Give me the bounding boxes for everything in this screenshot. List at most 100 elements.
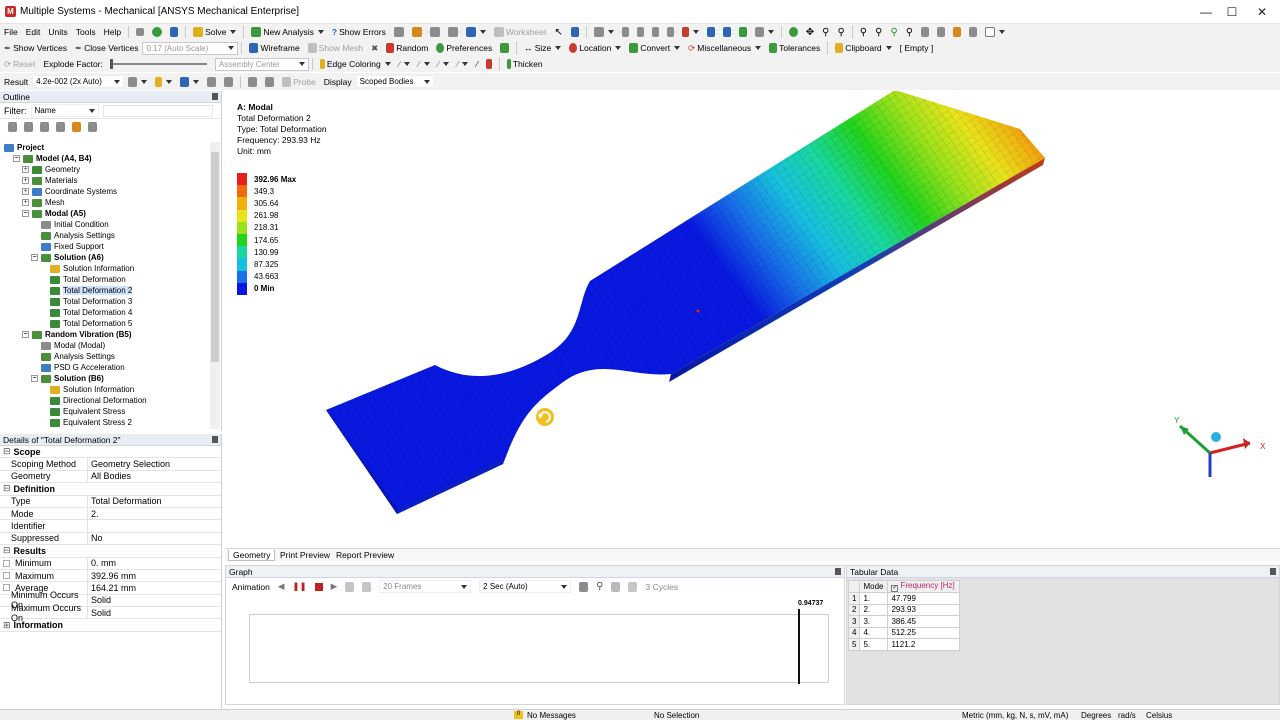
tree-item[interactable]: PSD G Acceleration: [31, 362, 125, 373]
select-cursor-icon[interactable]: ↖: [550, 25, 566, 40]
zoom-fit-icon[interactable]: ⚲: [856, 25, 871, 40]
edge-display-d-icon[interactable]: ∕: [453, 57, 472, 72]
menu-edit[interactable]: Edit: [22, 25, 45, 40]
box-select-icon[interactable]: [719, 25, 735, 40]
next-view-icon[interactable]: [933, 25, 949, 40]
previous-view-icon[interactable]: [917, 25, 933, 40]
pause-icon[interactable]: ❚❚: [292, 581, 306, 592]
axis-icon[interactable]: ✖: [367, 41, 382, 56]
tree-item[interactable]: + Mesh: [22, 197, 65, 208]
rotate-icon[interactable]: [785, 25, 802, 40]
toolbar-icon-d[interactable]: [444, 25, 462, 40]
show-mesh-button[interactable]: Show Mesh: [304, 41, 367, 56]
tree-item[interactable]: − Solution (B6): [31, 373, 104, 384]
tree-item[interactable]: Analysis Settings: [31, 351, 115, 362]
property-value[interactable]: Solid: [88, 607, 221, 618]
column-header-mode[interactable]: Mode: [859, 580, 889, 593]
cube-icon[interactable]: [735, 25, 751, 40]
parameter-checkbox[interactable]: [3, 572, 10, 580]
tolerances-button[interactable]: Tolerances: [765, 41, 824, 56]
tree-item[interactable]: + Coordinate Systems: [22, 186, 117, 197]
property-value[interactable]: [88, 520, 221, 531]
tree-item[interactable]: Solution Information: [40, 263, 134, 274]
filter-search-input[interactable]: [102, 104, 213, 117]
export-video-icon[interactable]: [579, 581, 589, 592]
thicken-button[interactable]: Thicken: [503, 57, 547, 72]
tree-item[interactable]: + Materials: [22, 175, 77, 186]
step-back-icon[interactable]: ◀: [278, 581, 285, 592]
display-scope-combo[interactable]: Scoped Bodies: [355, 75, 434, 88]
menu-help[interactable]: Help: [100, 25, 125, 40]
table-row[interactable]: 1 1. 47.799: [847, 592, 961, 605]
worksheet-button[interactable]: Worksheet: [490, 25, 550, 40]
solve-button[interactable]: Solve: [189, 25, 240, 40]
details-section-header[interactable]: Definition: [0, 483, 221, 496]
pan-icon[interactable]: ✥: [802, 25, 818, 40]
property-value[interactable]: 164.21 mm: [88, 582, 221, 593]
tree-item[interactable]: Equivalent Stress 2: [40, 417, 132, 428]
collapse-icon[interactable]: −: [13, 155, 20, 162]
graphics-icon[interactable]: [751, 25, 778, 40]
label-all-icon[interactable]: [261, 74, 278, 89]
edge-select-icon[interactable]: [633, 25, 648, 40]
expand-icon[interactable]: +: [22, 188, 29, 195]
triad-axes-icon[interactable]: X Y: [1174, 416, 1266, 477]
collapse-icon[interactable]: −: [31, 254, 38, 261]
details-row[interactable]: Maximum Occurs On Solid: [0, 603, 221, 623]
cycles-icon[interactable]: [628, 581, 638, 592]
edge-display-a-icon[interactable]: ∕: [395, 57, 414, 72]
tree-item[interactable]: Modal (Modal): [31, 340, 105, 351]
units-status[interactable]: Metric (mm, kg, N, s, mV, mA): [962, 711, 1068, 720]
graphics-viewport[interactable]: A: Modal Total Deformation 2 Type: Total…: [225, 91, 1280, 548]
outline-scrollbar[interactable]: [210, 142, 220, 429]
iso-view-icon[interactable]: [949, 25, 965, 40]
close-window-button[interactable]: ✕: [1252, 4, 1272, 20]
graph-fit-icon[interactable]: [611, 581, 621, 592]
details-row[interactable]: Scoping Method Geometry Selection: [0, 458, 221, 471]
details-row[interactable]: Mode 2.: [0, 507, 221, 521]
tree-icon[interactable]: [166, 25, 182, 40]
pin-icon[interactable]: [835, 568, 841, 575]
convert-button[interactable]: Convert: [625, 41, 684, 56]
tree-item[interactable]: Analysis Settings: [31, 230, 115, 241]
tree-item[interactable]: Fixed Support: [31, 241, 104, 252]
toolbar-icon-b[interactable]: [408, 25, 426, 40]
label-icon[interactable]: [244, 74, 261, 89]
body-select-icon[interactable]: [663, 25, 678, 40]
vertex-select-icon[interactable]: [618, 25, 633, 40]
tree-item[interactable]: + Geometry: [22, 164, 80, 175]
show-vertices-button[interactable]: ✒ Show Vertices: [0, 41, 71, 56]
clipboard-button[interactable]: Clipboard: [831, 41, 895, 56]
pin-icon[interactable]: [212, 436, 218, 443]
tree-item[interactable]: − Random Vibration (B5): [22, 329, 132, 340]
column-header-frequency[interactable]: ✓ Frequency [Hz]: [887, 580, 961, 593]
minimize-button[interactable]: —: [1196, 4, 1216, 20]
tree-item[interactable]: Project: [4, 142, 44, 153]
extend-select-icon[interactable]: [678, 25, 703, 40]
stop-icon[interactable]: [314, 582, 323, 591]
preferences-button[interactable]: Preferences: [432, 41, 496, 56]
face-select-icon[interactable]: [648, 25, 663, 40]
table-row[interactable]: 4 4. 512.25: [847, 626, 961, 639]
expand-icon[interactable]: +: [22, 177, 29, 184]
tree-item[interactable]: Directional Deformation: [40, 395, 147, 406]
collapse-icon[interactable]: −: [31, 375, 38, 382]
reset-button[interactable]: ⟳ Reset: [0, 57, 39, 72]
details-row[interactable]: Identifier: [0, 520, 221, 533]
probe-label-icon[interactable]: [220, 74, 237, 89]
undo-icon[interactable]: [132, 25, 148, 40]
details-section-header[interactable]: Results: [0, 545, 221, 558]
table-row[interactable]: 5 5. 1121.2: [847, 638, 961, 651]
toolbar-icon-a[interactable]: [390, 25, 408, 40]
tree-folder-icon[interactable]: [72, 122, 81, 132]
checkbox-icon[interactable]: ✓: [891, 585, 899, 592]
close-vertices-button[interactable]: ✒ Close Vertices: [71, 41, 142, 56]
table-row[interactable]: 2 2. 293.93: [847, 603, 961, 616]
details-row[interactable]: Geometry All Bodies: [0, 470, 221, 484]
property-value[interactable]: No: [88, 533, 221, 544]
tree-item[interactable]: Total Deformation 3: [40, 296, 132, 307]
tree-item[interactable]: − Modal (A5): [22, 208, 86, 219]
model-view[interactable]: X Y: [225, 91, 1280, 548]
details-row[interactable]: Maximum 392.96 mm: [0, 569, 221, 583]
zoom-box-icon[interactable]: ⚲: [871, 25, 886, 40]
